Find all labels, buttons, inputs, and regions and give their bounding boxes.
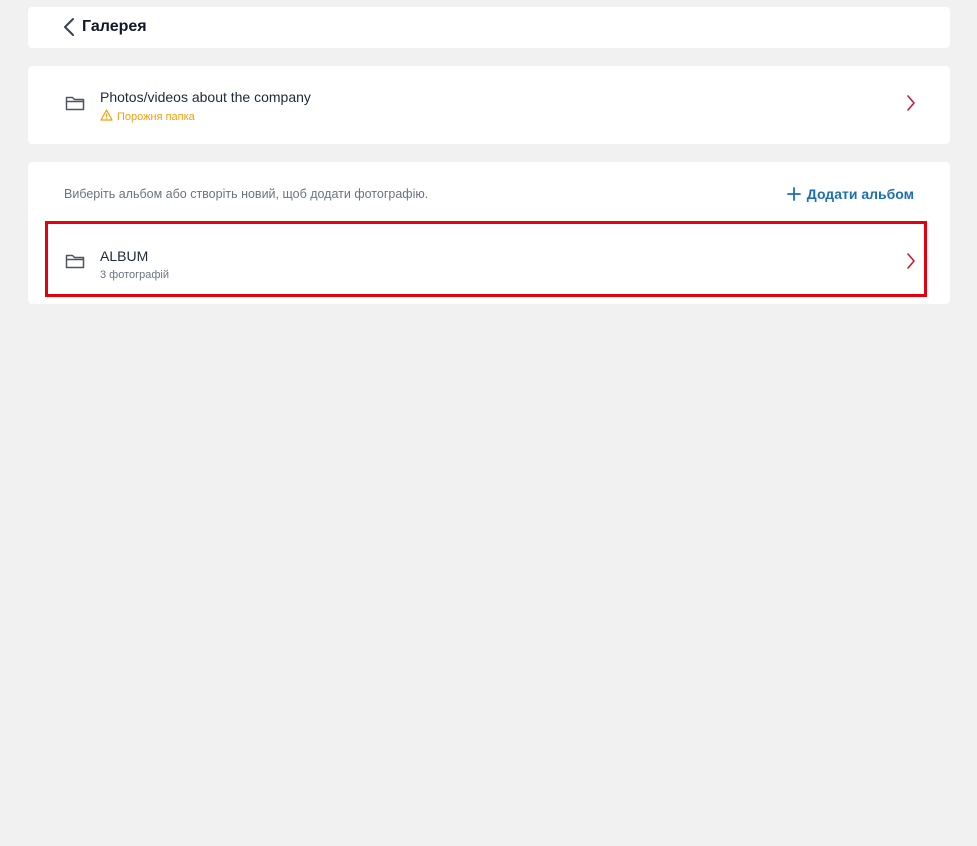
plus-icon — [786, 187, 801, 201]
page-title: Галерея — [82, 18, 147, 35]
add-album-button[interactable]: Додати альбом — [786, 184, 914, 204]
albums-hint: Виберіть альбом або створіть новий, щоб … — [64, 187, 429, 201]
folder-status-text: Порожня папка — [117, 111, 195, 123]
folder-icon — [65, 253, 85, 269]
chevron-right-icon — [906, 94, 916, 112]
folder-status: Порожня папка — [100, 109, 195, 124]
album-row[interactable]: ALBUM 3 фотографій — [45, 221, 927, 297]
chevron-left-icon — [62, 17, 78, 37]
warning-icon — [100, 109, 113, 121]
folder-title: Photos/videos about the company — [100, 89, 311, 105]
folder-row[interactable]: Photos/videos about the company Порожня … — [28, 66, 950, 144]
back-button[interactable] — [62, 17, 78, 37]
album-title: ALBUM — [100, 248, 149, 264]
albums-card: Виберіть альбом або створіть новий, щоб … — [28, 162, 950, 304]
album-photo-count: 3 фотографій — [100, 269, 170, 281]
add-album-label: Додати альбом — [806, 186, 914, 202]
folder-card: Photos/videos about the company Порожня … — [28, 66, 950, 144]
header-bar: Галерея — [28, 7, 950, 48]
folder-icon — [65, 95, 85, 111]
chevron-right-icon — [906, 252, 916, 270]
